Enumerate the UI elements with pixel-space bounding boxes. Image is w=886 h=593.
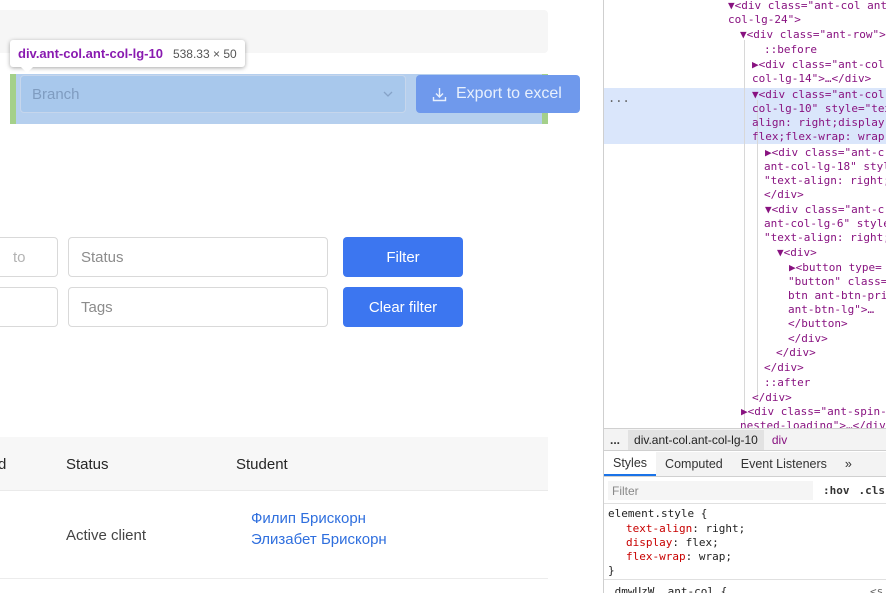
breadcrumb: ... div.ant-col.ant-col-lg-10 div [604, 428, 886, 451]
node-menu-dots[interactable]: ... [608, 91, 630, 105]
hov-toggle[interactable]: :hov [823, 484, 850, 497]
dom-node[interactable]: ▶<div class="ant-col [752, 58, 884, 72]
more-tabs-icon: » [844, 457, 852, 471]
style-rule-selector[interactable]: element.style { [608, 507, 707, 521]
dom-node[interactable]: </div> [764, 188, 804, 202]
dom-node[interactable]: </div> [752, 391, 792, 405]
style-source-link[interactable]: <s [870, 585, 883, 593]
chevron-down-icon [383, 91, 393, 97]
cls-toggle[interactable]: .cls [859, 484, 886, 497]
dom-node[interactable]: ▶<button type= [789, 261, 882, 275]
style-declaration[interactable]: text-align: right; [626, 522, 745, 536]
dom-node[interactable]: ant-col-lg-6" style [764, 217, 886, 231]
style-value: wrap; [698, 550, 732, 563]
status-placeholder: Status [81, 248, 124, 266]
status-input[interactable]: Status [68, 237, 328, 277]
student-link[interactable]: Филип Брискорн [251, 510, 366, 527]
dom-node[interactable]: "button" class= [788, 275, 886, 289]
style-declaration[interactable]: display: flex; [626, 536, 719, 550]
dom-node-selected[interactable]: col-lg-10" style="tex [752, 102, 886, 116]
breadcrumb-item[interactable]: div [764, 433, 795, 447]
style-prop: text-align [626, 522, 693, 535]
dom-node[interactable]: "text-align: right; [764, 231, 886, 245]
dom-node[interactable]: nested-loading">…</div> [740, 419, 886, 428]
tooltip-size: 538.33 × 50 [172, 46, 237, 61]
partial-left-input[interactable] [0, 287, 58, 327]
padding-highlight-left [10, 74, 16, 124]
tooltip-selector: div.ant-col.ant-col-lg-10 [18, 46, 163, 61]
tab-styles-label: Styles [613, 456, 648, 470]
row-status: Active client [66, 527, 147, 544]
styles-filter-input[interactable]: Filter [608, 481, 813, 500]
dom-node-selected[interactable]: flex;flex-wrap: wrap; [752, 130, 886, 144]
tab-computed-label: Computed [665, 457, 723, 471]
style-prop: flex-wrap [626, 550, 686, 563]
style-rule-divider [604, 579, 886, 580]
row-divider [0, 578, 548, 579]
dom-node[interactable]: ▶<div class="ant-c [765, 146, 884, 160]
devtools-panel: ... ▼<div class="ant-col ant col-lg-24">… [603, 0, 886, 593]
sidebar-tabs: Styles Computed Event Listeners » [604, 452, 886, 477]
filter-button[interactable]: Filter [343, 237, 463, 277]
dom-node[interactable]: btn ant-btn-pri [788, 289, 886, 303]
style-rule-close: } [608, 564, 615, 577]
dom-node[interactable]: ▶<div class="ant-spin- [741, 405, 886, 419]
dom-node[interactable]: ▼<div class="ant-col ant [728, 0, 886, 13]
style-prop: display [626, 536, 673, 549]
style-declaration[interactable]: flex-wrap: wrap; [626, 550, 732, 564]
screen: Branch Export to excel div.ant-col.ant-c… [0, 0, 886, 593]
date-to-input[interactable]: to [0, 237, 58, 277]
tree-guide [757, 100, 758, 400]
export-label: Export to excel [456, 85, 562, 102]
table-header: d Status Student [0, 437, 548, 491]
dom-node[interactable]: col-lg-24"> [728, 13, 801, 27]
style-value: flex; [685, 536, 719, 549]
dom-node[interactable]: ant-col-lg-18" styl [764, 160, 886, 174]
tab-event-listeners-label: Event Listeners [740, 457, 827, 471]
filter-placeholder: Filter [612, 483, 639, 498]
dom-node[interactable]: ant-btn-lg">… [788, 303, 874, 317]
tags-placeholder: Tags [81, 298, 113, 316]
dom-node-selected[interactable]: align: right;display: [752, 116, 886, 130]
dom-node[interactable]: ▼<div> [777, 246, 817, 260]
dom-node[interactable]: ▼<div class="ant-c [765, 203, 884, 217]
branch-select[interactable]: Branch [20, 75, 406, 113]
inspector-tooltip: div.ant-col.ant-col-lg-10 538.33 × 50 [10, 40, 245, 67]
styles-filter-bar: Filter :hov .cls [604, 478, 886, 504]
tab-event-listeners[interactable]: Event Listeners [732, 452, 836, 476]
tab-computed[interactable]: Computed [656, 452, 732, 476]
column-header-status[interactable]: Status [66, 456, 109, 473]
style-value: right; [705, 522, 746, 535]
dom-pseudo[interactable]: ::before [764, 43, 817, 57]
export-to-excel-button[interactable]: Export to excel [416, 75, 580, 113]
breadcrumb-item-selected[interactable]: div.ant-col.ant-col-lg-10 [628, 429, 764, 450]
filter-label: Filter [386, 248, 420, 266]
dom-node[interactable]: </div> [788, 332, 828, 346]
column-header-partial[interactable]: d [0, 456, 6, 473]
dom-node[interactable]: ▼<div class="ant-row"> [740, 28, 886, 42]
dom-pseudo[interactable]: ::after [764, 376, 810, 390]
clear-filter-label: Clear filter [368, 298, 438, 316]
tab-styles[interactable]: Styles [604, 452, 657, 476]
branch-placeholder: Branch [32, 85, 80, 103]
dom-node[interactable]: </button> [788, 317, 848, 331]
clear-filter-button[interactable]: Clear filter [343, 287, 463, 327]
dom-node[interactable]: </div> [776, 346, 816, 360]
app-page: Branch Export to excel div.ant-col.ant-c… [0, 0, 582, 593]
breadcrumb-ellipsis[interactable]: ... [604, 433, 628, 447]
tree-guide [744, 40, 745, 425]
dom-node[interactable]: "text-align: right; [764, 174, 886, 188]
dom-node[interactable]: </div> [764, 361, 804, 375]
date-to-placeholder: to [13, 248, 26, 266]
dom-node-selected[interactable]: ▼<div class="ant-col [752, 88, 884, 102]
column-header-student[interactable]: Student [236, 456, 288, 473]
tooltip-arrow [20, 66, 34, 73]
student-link[interactable]: Элизабет Брискорн [251, 531, 387, 548]
dom-node[interactable]: col-lg-14">…</div> [752, 72, 871, 86]
style-rule-selector[interactable]: .dmwUzW .ant-col { [608, 585, 727, 593]
more-tabs-button[interactable]: » [836, 452, 861, 476]
tags-input[interactable]: Tags [68, 287, 328, 327]
download-icon [432, 87, 447, 101]
elements-tree[interactable]: ... ▼<div class="ant-col ant col-lg-24">… [604, 0, 886, 428]
